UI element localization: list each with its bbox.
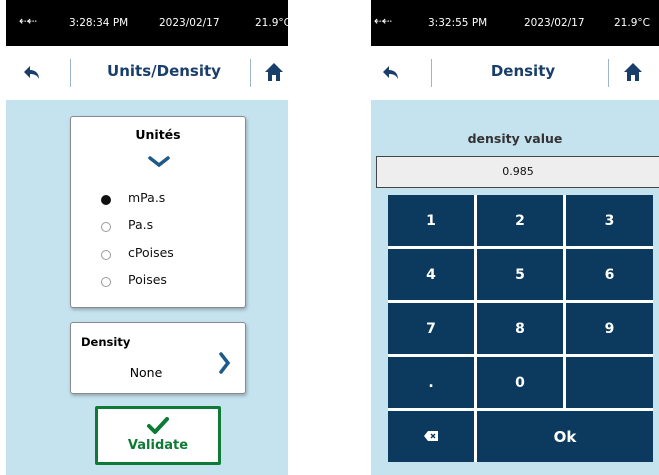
key-decimal[interactable]: .: [388, 357, 474, 408]
page-title: Units/Density: [107, 62, 221, 80]
unit-option-label: cPoises: [128, 245, 174, 260]
status-time: 3:28:34 PM: [69, 17, 129, 29]
key-4[interactable]: 4: [388, 249, 474, 300]
density-title: Density: [81, 335, 131, 349]
status-date: 2023/02/17: [524, 17, 585, 29]
back-arrow-icon[interactable]: [22, 63, 42, 87]
status-temperature: 21.9°C: [255, 17, 288, 29]
key-3[interactable]: 3: [566, 195, 653, 246]
radio-unselected[interactable]: [101, 222, 111, 232]
validate-label: Validate: [127, 438, 189, 453]
key-9[interactable]: 9: [566, 303, 653, 354]
ok-button[interactable]: Ok: [477, 411, 653, 462]
status-bar: ⇠⇠ 3:32:55 PM 2023/02/17 21.9°C: [371, 0, 659, 46]
validate-button[interactable]: Validate: [95, 406, 221, 465]
numeric-keypad: 1 2 3 4 5 6 7 8 9 . 0 Ok: [388, 195, 653, 462]
header-bar: Density: [371, 46, 659, 100]
backspace-icon: [424, 429, 438, 445]
radio-selected[interactable]: [101, 195, 111, 205]
checkmark-icon: [147, 417, 169, 439]
key-blank[interactable]: [566, 357, 653, 408]
units-card: Unités mPa.s Pa.s cPoises Poises: [70, 116, 246, 308]
key-7[interactable]: 7: [388, 303, 474, 354]
chevron-down-icon[interactable]: [148, 153, 170, 172]
key-2[interactable]: 2: [477, 195, 563, 246]
units-density-screen: ⇠⇠ 3:28:34 PM 2023/02/17 21.9°C Units/De…: [6, 0, 288, 475]
density-value: None: [129, 365, 163, 380]
header-divider: [608, 59, 609, 87]
backspace-key[interactable]: [388, 411, 474, 462]
key-0[interactable]: 0: [477, 357, 563, 408]
header-divider: [431, 59, 432, 87]
usb-icon: ⇠⇠: [374, 14, 392, 28]
status-time: 3:32:55 PM: [428, 17, 488, 29]
density-value-label: density value: [467, 131, 563, 146]
usb-icon: ⇠⇠: [19, 14, 37, 28]
status-bar: ⇠⇠ 3:28:34 PM 2023/02/17 21.9°C: [6, 0, 288, 46]
density-screen: ⇠⇠ 3:32:55 PM 2023/02/17 21.9°C Density …: [371, 0, 659, 475]
key-6[interactable]: 6: [566, 249, 653, 300]
header-divider: [70, 59, 71, 87]
status-date: 2023/02/17: [159, 17, 220, 29]
status-temperature: 21.9°C: [614, 17, 650, 29]
radio-unselected[interactable]: [101, 250, 111, 260]
key-5[interactable]: 5: [477, 249, 563, 300]
header-divider: [250, 59, 251, 87]
density-value-input[interactable]: 0.985: [376, 156, 659, 188]
unit-option-label: Poises: [128, 272, 167, 287]
key-8[interactable]: 8: [477, 303, 563, 354]
back-arrow-icon[interactable]: [381, 63, 401, 87]
page-title: Density: [490, 62, 556, 80]
unit-option-label: Pa.s: [128, 217, 154, 232]
home-icon[interactable]: [623, 62, 643, 86]
density-card[interactable]: Density None: [70, 322, 246, 394]
chevron-right-icon[interactable]: [219, 352, 231, 378]
units-title: Unités: [135, 127, 181, 142]
radio-unselected[interactable]: [101, 277, 111, 287]
home-icon[interactable]: [264, 62, 284, 86]
unit-option-label: mPa.s: [128, 190, 166, 205]
header-bar: Units/Density: [6, 46, 288, 100]
key-1[interactable]: 1: [388, 195, 474, 246]
